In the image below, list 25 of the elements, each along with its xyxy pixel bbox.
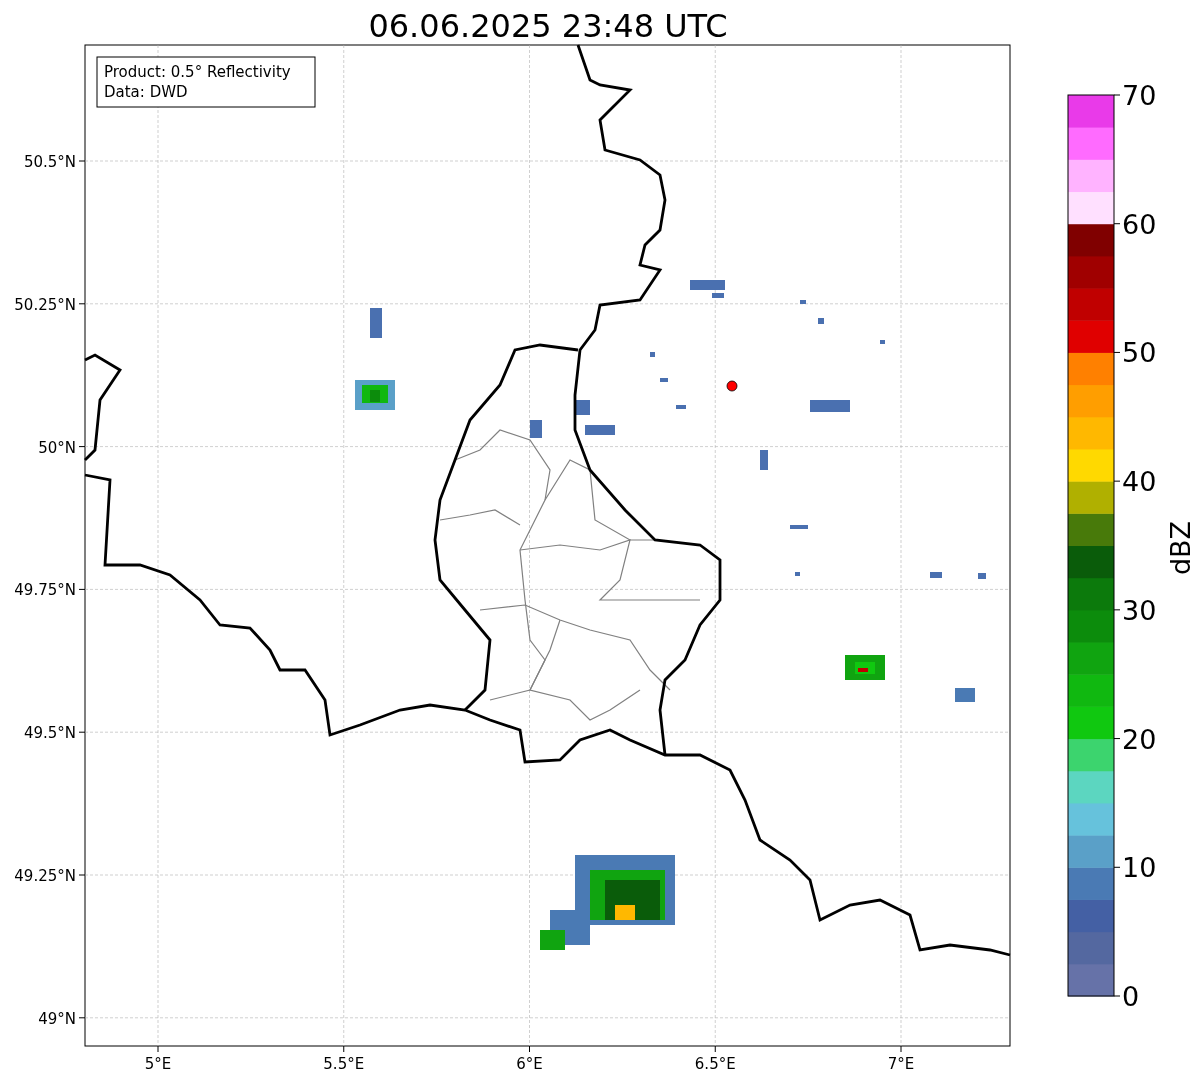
tick-label: 50.5°N bbox=[23, 153, 76, 171]
tick-label: 5°E bbox=[144, 1055, 172, 1073]
tick-label: 5.5°E bbox=[323, 1055, 365, 1073]
colorbar-tick-label: 20 bbox=[1122, 723, 1157, 755]
colorbar-tick-label: 10 bbox=[1122, 852, 1157, 884]
tick-label: 50°N bbox=[38, 438, 76, 457]
legend-text: Product: 0.5° Reflectivity bbox=[104, 63, 291, 81]
chart-title: 06.06.2025 23:48 UTC bbox=[368, 7, 728, 45]
tick-label: 6.5°E bbox=[694, 1055, 736, 1073]
tick-label: 49.5°N bbox=[23, 724, 76, 743]
tick-label: 49.75°N bbox=[14, 581, 76, 600]
tick-label: 49°N bbox=[38, 1009, 76, 1028]
colorbar-label: dBZ bbox=[1165, 520, 1196, 576]
legend-text: Data: DWD bbox=[104, 83, 188, 101]
radar-site-marker bbox=[726, 380, 738, 392]
colorbar-tick-label: 40 bbox=[1122, 466, 1157, 498]
tick-label: 50.25°N bbox=[14, 295, 76, 314]
tick-label: 7°E bbox=[887, 1055, 915, 1073]
tick-label: 6°E bbox=[516, 1055, 543, 1073]
colorbar-tick-label: 50 bbox=[1122, 337, 1157, 369]
colorbar-tick-label: 60 bbox=[1122, 208, 1157, 240]
colorbar-tick-label: 0 bbox=[1122, 981, 1140, 1012]
colorbar-tick-label: 30 bbox=[1122, 594, 1157, 626]
colorbar-tick-label: 70 bbox=[1122, 80, 1157, 111]
tick-label: 49.25°N bbox=[14, 867, 76, 885]
